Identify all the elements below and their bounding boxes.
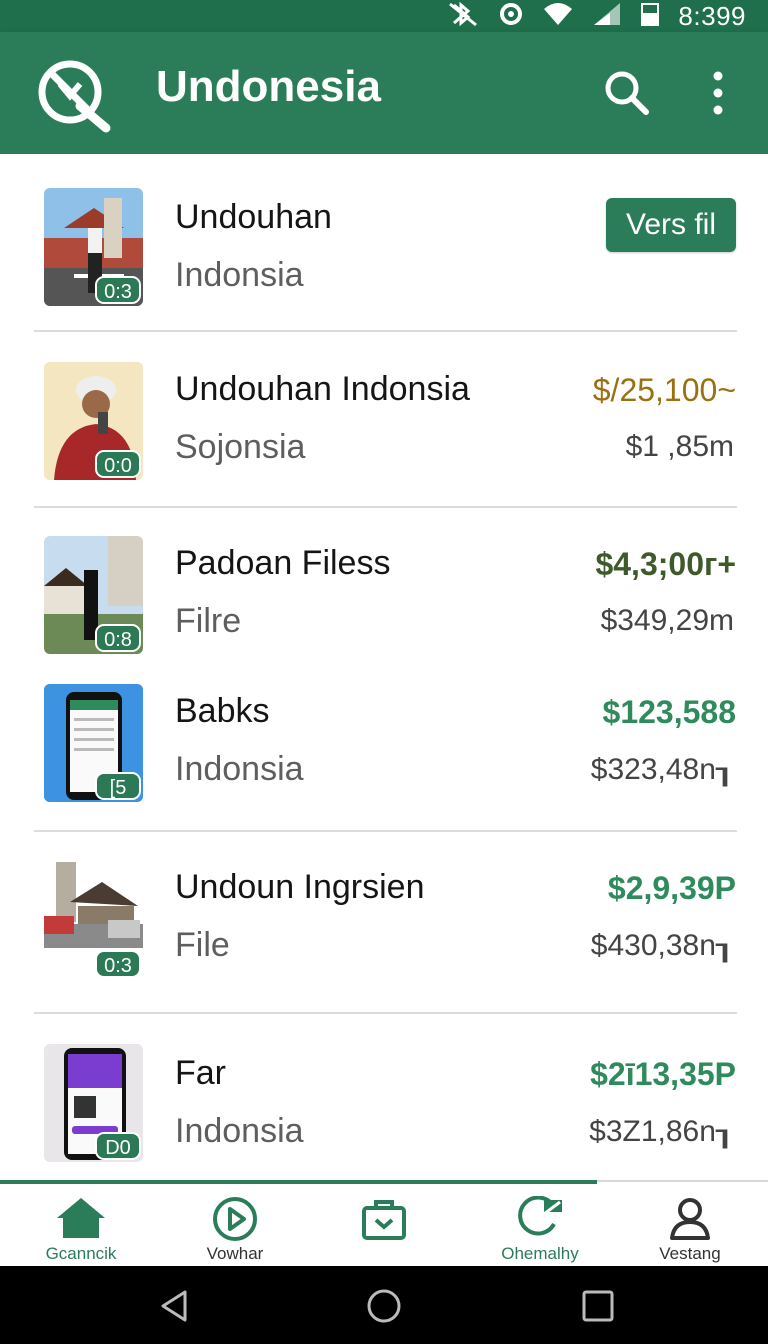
list-item[interactable]: 0:3 Undouhan Indonsia Vers fil	[0, 154, 768, 332]
item-price-secondary: $323,48n┒	[590, 753, 734, 786]
video-thumbnail[interactable]: D0	[44, 1044, 143, 1162]
no-download-icon[interactable]	[34, 56, 114, 136]
item-subtitle: Indonsia	[175, 750, 304, 788]
item-price: $/25,100~	[592, 372, 736, 408]
video-thumbnail[interactable]: 0:0	[44, 362, 143, 480]
more-vert-icon[interactable]	[696, 66, 740, 120]
item-title: Padoan Filess	[175, 544, 391, 582]
nav-item-watch[interactable]: Vowhar	[160, 1182, 310, 1268]
list-item[interactable]: 0:3 Undoun Ingrsien File $2,9,39P $430,3…	[0, 832, 768, 1014]
status-bar: 8:399	[0, 0, 768, 32]
item-price: $4,3;00г+	[595, 546, 736, 582]
nav-label: Vowhar	[206, 1244, 264, 1263]
item-price-secondary: $3Z1,86n┒	[589, 1115, 734, 1148]
video-thumbnail[interactable]: [5	[44, 684, 143, 802]
item-subtitle: Sojonsia	[175, 428, 306, 466]
download-box-icon	[362, 1200, 406, 1240]
list-item[interactable]: 0:8 Padoan Filess Filre $4,3;00г+ $349,2…	[0, 508, 768, 656]
sync-icon	[498, 1, 524, 32]
file-list: 0:3 Undouhan Indonsia Vers fil 0:0 Undou…	[0, 154, 768, 1180]
nav-label: Vestang	[659, 1244, 721, 1263]
item-title: Undoun Ingrsien	[175, 868, 425, 906]
duration-badge: [5	[95, 772, 141, 800]
home-circle-icon[interactable]	[364, 1288, 404, 1324]
recents-icon[interactable]	[578, 1288, 618, 1324]
item-price-secondary: $430,38n┒	[590, 929, 734, 962]
nav-item-home[interactable]: Gcanncik	[6, 1182, 156, 1268]
nav-label: Gcanncik	[45, 1244, 117, 1263]
item-subtitle: Filre	[175, 602, 242, 640]
duration-badge: 0:3	[95, 950, 141, 978]
video-thumbnail[interactable]: 0:3	[44, 188, 143, 306]
duration-badge: D0	[95, 1132, 141, 1160]
item-title: Undouhan Indonsia	[175, 370, 470, 408]
item-price-secondary: $349,29m	[600, 604, 734, 637]
item-price: $2ī13,35P	[590, 1056, 736, 1092]
video-thumbnail[interactable]: 0:8	[44, 536, 143, 654]
item-price-secondary: $1 ,85m	[625, 430, 734, 463]
nav-item-downloads[interactable]	[309, 1182, 459, 1268]
list-item[interactable]: 0:0 Undouhan Indonsia Sojonsia $/25,100~…	[0, 332, 768, 508]
view-file-button[interactable]: Vers fil	[606, 198, 736, 252]
battery-icon	[640, 1, 660, 32]
duration-badge: 0:8	[95, 624, 141, 652]
nav-item-messages[interactable]: Ohemalhy	[465, 1182, 615, 1268]
item-title: Far	[175, 1054, 226, 1092]
item-subtitle: File	[175, 926, 230, 964]
bluetooth-off-icon	[446, 1, 480, 32]
item-title: Undouhan	[175, 198, 332, 236]
item-price: $123,588	[602, 694, 736, 730]
list-item[interactable]: D0 Far Indonsia $2ī13,35P $3Z1,86n┒	[0, 1014, 768, 1180]
home-icon	[57, 1198, 105, 1238]
message-edit-icon	[518, 1196, 562, 1236]
item-subtitle: Indonsia	[175, 256, 304, 294]
play-circle-icon	[213, 1197, 257, 1241]
system-navigation-bar	[0, 1266, 768, 1344]
bottom-navigation: Gcanncik Vowhar Ohemalhy Vestang	[0, 1180, 768, 1266]
nav-label: Ohemalhy	[501, 1244, 579, 1263]
list-item[interactable]: [5 Babks Indonsia $123,588 $323,48n┒	[0, 656, 768, 832]
search-icon[interactable]	[600, 66, 654, 120]
item-title: Babks	[175, 692, 270, 730]
app-bar: Undonesia	[0, 32, 768, 154]
video-thumbnail[interactable]: 0:3	[44, 862, 143, 980]
item-subtitle: Indonsia	[175, 1112, 304, 1150]
duration-badge: 0:3	[95, 276, 141, 304]
back-icon[interactable]	[155, 1288, 195, 1324]
nav-item-profile[interactable]: Vestang	[615, 1182, 765, 1268]
status-time: 8:399	[678, 0, 746, 31]
signal-icon	[592, 1, 622, 32]
item-price: $2,9,39P	[607, 870, 736, 906]
person-icon	[670, 1198, 710, 1240]
duration-badge: 0:0	[95, 450, 141, 478]
wifi-icon	[542, 1, 574, 32]
page-title: Undonesia	[156, 62, 381, 111]
